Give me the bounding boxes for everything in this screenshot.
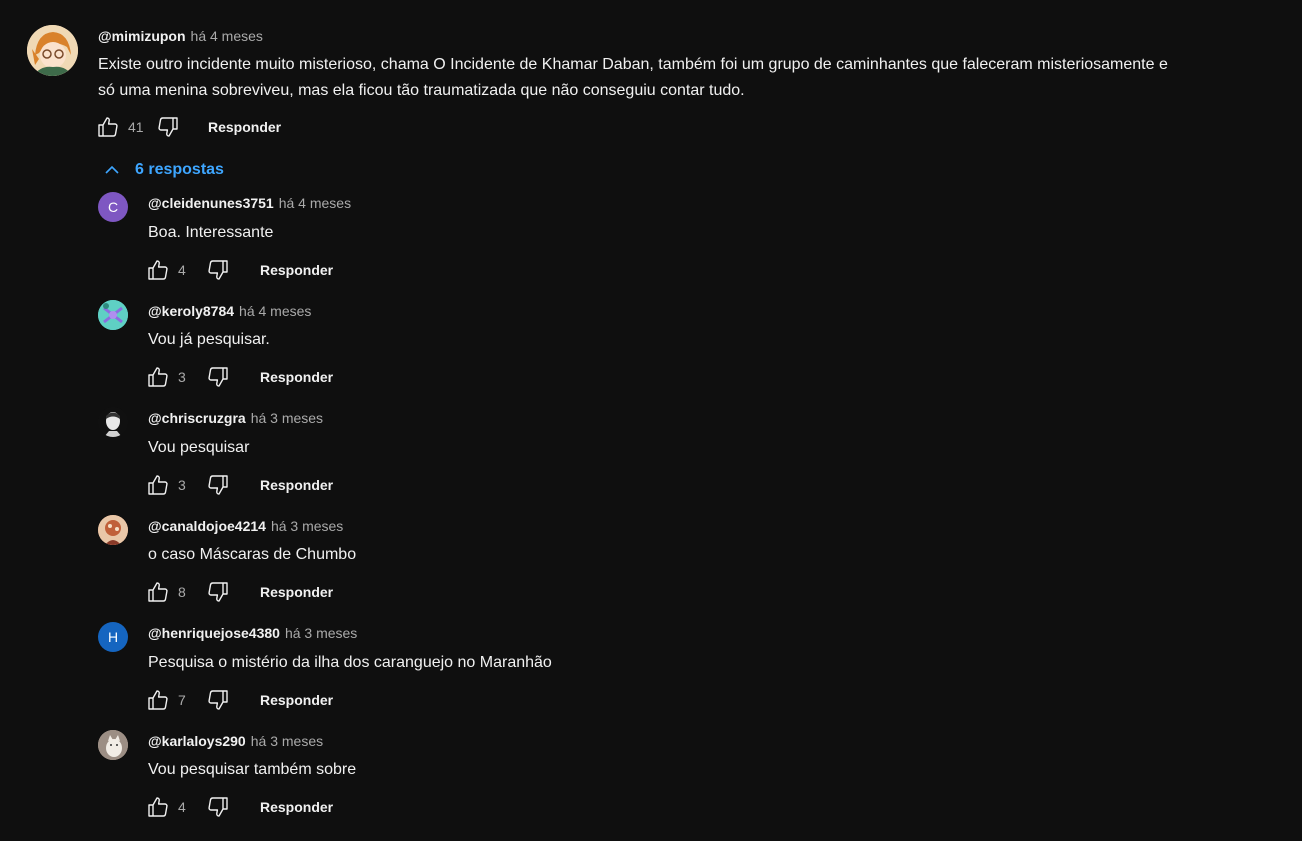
author-name[interactable]: @chriscruzgra [148, 410, 246, 426]
thumbs-down-icon [208, 690, 228, 710]
avatar[interactable]: H [98, 622, 128, 652]
reply-time[interactable]: há 3 meses [251, 410, 323, 426]
reply-author[interactable]: @canaldojoe4214 há 3 meses [148, 517, 343, 535]
avatar-letter: C [107, 199, 119, 215]
reply-author[interactable]: @cleidenunes3751 há 4 meses [148, 194, 351, 212]
reply-button[interactable]: Responder [260, 692, 333, 708]
reply-actions: 4 Responder [144, 792, 333, 822]
like-button[interactable] [144, 686, 172, 714]
reply-button[interactable]: Responder [208, 119, 281, 135]
avatar[interactable] [98, 515, 128, 545]
dislike-button[interactable] [154, 113, 182, 141]
reply-actions: 4 Responder [144, 255, 333, 285]
reply-text: Boa. Interessante [148, 224, 274, 241]
like-button[interactable] [144, 578, 172, 606]
avatar[interactable]: C [98, 192, 128, 222]
reply-text: Vou pesquisar também sobre [148, 761, 357, 778]
author-name[interactable]: @mimizupon [98, 28, 186, 44]
thumbs-up-icon [148, 260, 168, 280]
author-name[interactable]: @canaldojoe4214 [148, 518, 266, 534]
reply-time[interactable]: há 4 meses [279, 195, 351, 211]
avatar[interactable] [98, 407, 128, 437]
reply-author[interactable]: @keroly8784 há 4 meses [148, 302, 311, 320]
reply-author[interactable]: @chriscruzgra há 3 meses [148, 409, 323, 427]
dislike-button[interactable] [204, 686, 232, 714]
author-name[interactable]: @karlaloys290 [148, 733, 246, 749]
like-button[interactable] [94, 113, 122, 141]
reply-actions: 3 Responder [144, 470, 333, 500]
anime-avatar-icon [27, 25, 78, 76]
like-button[interactable] [144, 256, 172, 284]
thumbs-down-icon [208, 260, 228, 280]
avatar-image-icon [98, 515, 128, 545]
comment-author[interactable]: @mimizupon há 4 meses [98, 27, 263, 45]
reply-time[interactable]: há 3 meses [285, 625, 357, 641]
reply-time[interactable]: há 3 meses [251, 733, 323, 749]
reply-time[interactable]: há 3 meses [271, 518, 343, 534]
like-count: 3 [178, 477, 186, 493]
avatar-image-icon [98, 730, 128, 760]
thumbs-up-icon [148, 475, 168, 495]
like-button[interactable] [144, 471, 172, 499]
thumbs-down-icon [208, 582, 228, 602]
thumbs-down-icon [158, 117, 178, 137]
reply-button[interactable]: Responder [260, 262, 333, 278]
author-name[interactable]: @henriquejose4380 [148, 625, 280, 641]
dislike-button[interactable] [204, 471, 232, 499]
avatar[interactable] [98, 300, 128, 330]
thumbs-up-icon [98, 117, 118, 137]
avatar-image-icon [98, 407, 128, 437]
like-count: 3 [178, 369, 186, 385]
dislike-button[interactable] [204, 793, 232, 821]
comment-text-line: Existe outro incidente muito misterioso,… [98, 56, 1168, 73]
reply-time[interactable]: há 4 meses [239, 303, 311, 319]
reply-text: Vou pesquisar [148, 439, 250, 456]
replies-count-label: 6 respostas [135, 161, 224, 178]
comment-time[interactable]: há 4 meses [191, 28, 263, 44]
reply-author[interactable]: @karlaloys290 há 3 meses [148, 732, 323, 750]
dislike-button[interactable] [204, 256, 232, 284]
reply-button[interactable]: Responder [260, 477, 333, 493]
thumbs-down-icon [208, 797, 228, 817]
chevron-up-icon [105, 165, 119, 174]
reply-actions: 3 Responder [144, 362, 333, 392]
like-count: 4 [178, 799, 186, 815]
thumbs-up-icon [148, 367, 168, 387]
like-count: 8 [178, 584, 186, 600]
reply-button[interactable]: Responder [260, 799, 333, 815]
thumbs-up-icon [148, 797, 168, 817]
like-button[interactable] [144, 363, 172, 391]
author-name[interactable]: @cleidenunes3751 [148, 195, 274, 211]
dislike-button[interactable] [204, 578, 232, 606]
comment-actions: 41 Responder [94, 112, 281, 142]
replies-toggle-button[interactable]: 6 respostas [103, 157, 224, 183]
reply-actions: 8 Responder [144, 577, 333, 607]
thumbs-up-icon [148, 690, 168, 710]
reply-button[interactable]: Responder [260, 369, 333, 385]
like-button[interactable] [144, 793, 172, 821]
thumbs-down-icon [208, 367, 228, 387]
avatar[interactable] [27, 25, 78, 76]
author-name[interactable]: @keroly8784 [148, 303, 234, 319]
avatar-image-icon [98, 300, 128, 330]
thumbs-up-icon [148, 582, 168, 602]
reply-text: Pesquisa o mistério da ilha dos carangue… [148, 654, 552, 671]
reply-text: o caso Máscaras de Chumbo [148, 546, 357, 563]
reply-author[interactable]: @henriquejose4380 há 3 meses [148, 624, 357, 642]
dislike-button[interactable] [204, 363, 232, 391]
reply-actions: 7 Responder [144, 685, 333, 715]
like-count: 4 [178, 262, 186, 278]
comment-text: Existe outro incidente muito misterioso,… [98, 52, 1288, 104]
like-count: 7 [178, 692, 186, 708]
like-count: 41 [128, 119, 144, 135]
thumbs-down-icon [208, 475, 228, 495]
comment-text-line: só uma menina sobreviveu, mas ela ficou … [98, 82, 745, 99]
reply-button[interactable]: Responder [260, 584, 333, 600]
avatar-letter: H [107, 629, 119, 645]
reply-text: Vou já pesquisar. [148, 331, 270, 348]
avatar[interactable] [98, 730, 128, 760]
